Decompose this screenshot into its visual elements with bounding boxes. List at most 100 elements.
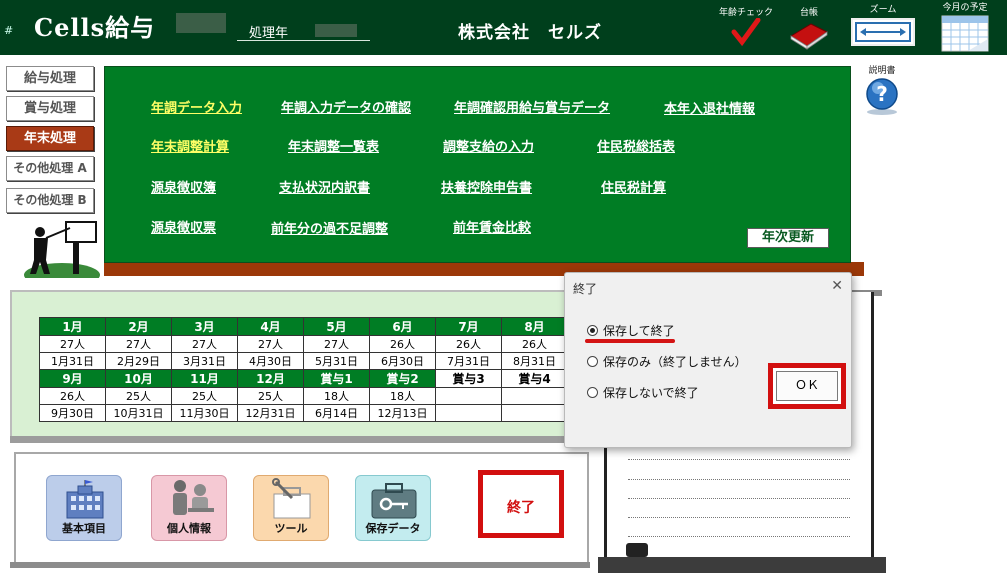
nav-salary-processing[interactable]: 給与処理 [6, 66, 94, 91]
option-exit-without-save[interactable]: 保存しないで終了 [587, 384, 699, 401]
pay-date-cell: 8月31日 [501, 352, 568, 370]
employee-count-cell: 26人 [435, 335, 502, 353]
building-icon [66, 480, 104, 519]
annual-update-button[interactable]: 年次更新 [747, 228, 829, 248]
menu-resident-tax-calculation[interactable]: 住民税計算 [601, 177, 666, 196]
highlight-underline [585, 339, 675, 343]
menu-adjustment-payment-input[interactable]: 調整支給の入力 [443, 136, 534, 155]
radio-icon[interactable] [587, 387, 598, 398]
pay-date-cell [435, 404, 502, 422]
employee-count-cell: 18人 [303, 387, 370, 405]
saved-data-button[interactable]: 保存データ [355, 475, 431, 541]
menu-dependent-deduction-form[interactable]: 扶養控除申告書 [441, 177, 532, 196]
calendar-month-cell[interactable]: 1月 [39, 317, 106, 336]
end-button[interactable]: 終了 [478, 470, 564, 538]
personal-info-button[interactable]: 個人情報 [151, 475, 227, 541]
calendar-month-cell[interactable]: 5月 [303, 317, 370, 336]
calendar-bonus-cell[interactable]: 賞与3 [435, 369, 502, 388]
calendar-bonus-cell[interactable]: 賞与1 [303, 369, 370, 388]
app-window: # Cells給与 処理年 株式会社 セルズ 年齢チェック 台帳 ズーム 今月の… [0, 0, 1007, 580]
menu-year-end-calculation[interactable]: 年末調整計算 [151, 136, 229, 155]
dotted-line [628, 536, 850, 537]
dotted-line [628, 479, 850, 480]
employee-count-cell: 26人 [501, 335, 568, 353]
pay-date-cell: 6月14日 [303, 404, 370, 422]
calendar-month-cell[interactable]: 6月 [369, 317, 436, 336]
monthly-schedule-button[interactable]: 今月の予定 [934, 0, 996, 52]
calendar-count-row: 26人 25人 25人 25人 18人 18人 [39, 387, 568, 405]
menu-prior-year-adjustment[interactable]: 前年分の過不足調整 [271, 218, 388, 237]
help-question-icon: ? [866, 78, 898, 115]
calendar-bonus-cell[interactable]: 賞与2 [369, 369, 436, 388]
pay-date-cell: 12月13日 [369, 404, 436, 422]
close-icon[interactable]: ✕ [831, 278, 843, 294]
menu-year-end-input-confirm[interactable]: 年調入力データの確認 [281, 97, 411, 116]
menu-withholding-slip[interactable]: 源泉徴収票 [151, 217, 216, 236]
calendar-header-row: 9月 10月 11月 12月 賞与1 賞与2 賞与3 賞与4 [39, 369, 568, 388]
scroll-handle[interactable] [626, 543, 648, 557]
dotted-line [628, 459, 850, 460]
age-check-button[interactable]: 年齢チェック [716, 5, 776, 51]
exit-dialog: 終了 ✕ 保存して終了 保存のみ（終了しません） 保存しないで終了 ＯＫ [564, 272, 852, 448]
menu-payment-status-breakdown[interactable]: 支払状況内訳書 [279, 177, 370, 196]
manual-button[interactable]: 説明書 ? [862, 63, 902, 119]
processing-year-label: 処理年 [249, 26, 289, 41]
calendar-bonus-cell[interactable]: 賞与4 [501, 369, 568, 388]
calendar-month-cell[interactable]: 11月 [171, 369, 238, 388]
calendar-month-cell[interactable]: 2月 [105, 317, 172, 336]
menu-year-end-list[interactable]: 年末調整一覧表 [288, 136, 379, 155]
age-check-label: 年齢チェック [718, 8, 773, 18]
red-book-icon [790, 23, 828, 50]
menu-resident-tax-summary[interactable]: 住民税総括表 [597, 136, 675, 155]
nav-other-processing-b[interactable]: その他処理 B [6, 188, 94, 213]
dialog-title: 終了 [573, 282, 598, 296]
option-save-and-exit[interactable]: 保存して終了 [587, 322, 675, 339]
nav-bonus-processing[interactable]: 賞与処理 [6, 96, 94, 121]
pay-date-cell [501, 404, 568, 422]
radio-icon[interactable] [587, 356, 598, 367]
calendar-month-cell[interactable]: 3月 [171, 317, 238, 336]
calendar-date-row: 9月30日 10月31日 11月30日 12月31日 6月14日 12月13日 [39, 404, 568, 422]
employee-count-cell: 26人 [39, 387, 106, 405]
tools-button[interactable]: ツール [253, 475, 329, 541]
calendar-month-cell[interactable]: 12月 [237, 369, 304, 388]
menu-year-end-data-input[interactable]: 年調データ入力 [151, 97, 242, 116]
employee-count-cell: 27人 [237, 335, 304, 353]
personal-info-label: 個人情報 [167, 522, 211, 535]
nav-year-end-processing[interactable]: 年末処理 [6, 126, 94, 151]
calendar-month-cell[interactable]: 10月 [105, 369, 172, 388]
redacted-field [176, 13, 226, 33]
presenter-illustration-icon [24, 221, 100, 278]
pay-date-cell: 6月30日 [369, 352, 436, 370]
hash-mark: # [4, 24, 14, 37]
key-briefcase-icon [371, 483, 417, 519]
ok-button[interactable]: ＯＫ [776, 371, 838, 401]
calendar-month-cell[interactable]: 7月 [435, 317, 502, 336]
calendar-month-cell[interactable]: 4月 [237, 317, 304, 336]
calendar-panel-base [10, 436, 590, 443]
option-save-only[interactable]: 保存のみ（終了しません） [587, 353, 747, 370]
company-name: 株式会社 セルズ [458, 23, 602, 43]
pay-date-cell: 3月31日 [171, 352, 238, 370]
menu-withholding-ledger[interactable]: 源泉徴収簿 [151, 177, 216, 196]
ledger-button[interactable]: 台帳 [786, 5, 832, 51]
employee-count-cell: 27人 [303, 335, 370, 353]
saved-data-label: 保存データ [365, 522, 421, 535]
basic-items-button[interactable]: 基本項目 [46, 475, 122, 541]
calendar-month-cell[interactable]: 9月 [39, 369, 106, 388]
pay-date-cell: 1月31日 [39, 352, 106, 370]
redacted-year-value [315, 24, 357, 37]
menu-prior-year-wage-comparison[interactable]: 前年賃金比較 [453, 217, 531, 236]
nav-other-processing-a[interactable]: その他処理 A [6, 156, 94, 181]
calendar-date-row: 1月31日 2月29日 3月31日 4月30日 5月31日 6月30日 7月31… [39, 352, 568, 370]
processing-year-underline [237, 40, 370, 41]
calendar-month-cell[interactable]: 8月 [501, 317, 568, 336]
app-title: Cells給与 [34, 13, 156, 42]
pay-date-cell: 7月31日 [435, 352, 502, 370]
tools-label: ツール [274, 522, 308, 535]
zoom-button[interactable]: ズーム [846, 2, 920, 50]
employee-count-cell [501, 387, 568, 405]
menu-hire-retire-info[interactable]: 本年入退社情報 [664, 98, 755, 117]
radio-selected-icon[interactable] [587, 325, 598, 336]
menu-salary-bonus-confirm-data[interactable]: 年調確認用給与賞与データ [454, 97, 610, 116]
